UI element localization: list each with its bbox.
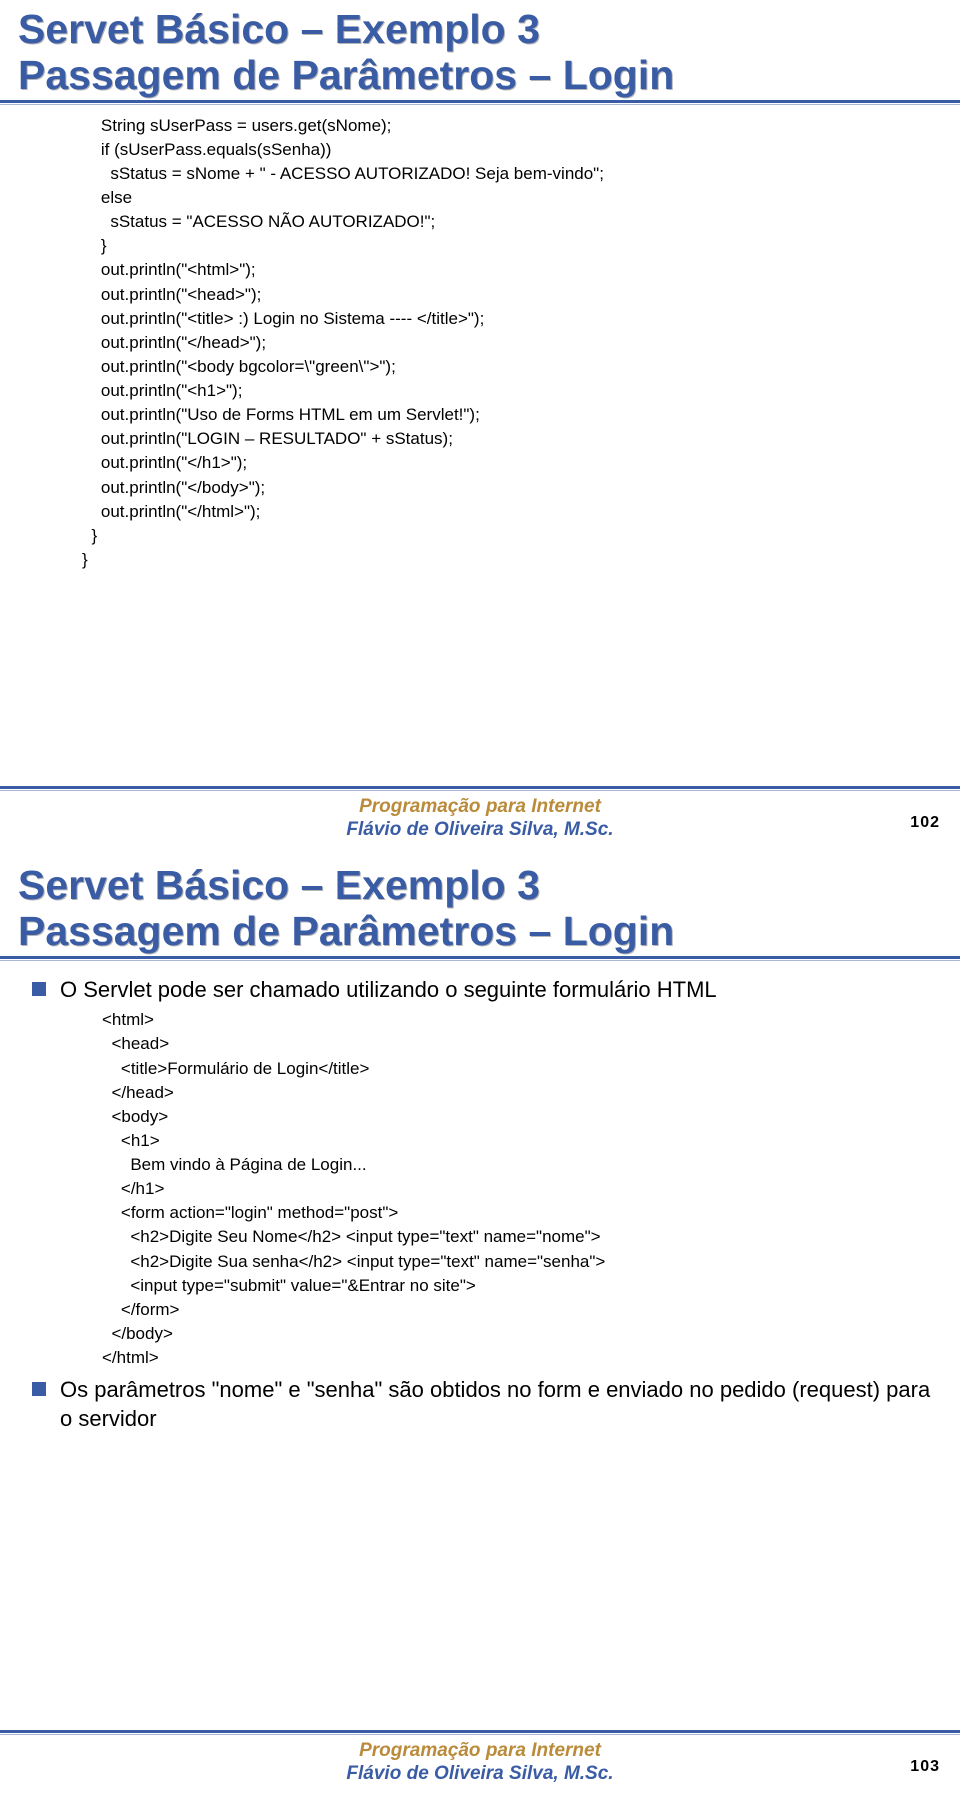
page-number: 102 — [910, 814, 940, 832]
title-line-1: Servet Básico – Exemplo 3 — [18, 6, 942, 52]
title-line-1: Servet Básico – Exemplo 3 — [18, 862, 942, 908]
slide-title: Servet Básico – Exemplo 3 Passagem de Pa… — [18, 6, 942, 108]
footer-line-2: Flávio de Oliveira Silva, M.Sc. — [0, 819, 960, 842]
footer-rule — [0, 1730, 960, 1738]
bullet-item-1: O Servlet pode ser chamado utilizando o … — [32, 976, 942, 1370]
footer-rule — [0, 786, 960, 794]
title-underline — [18, 100, 942, 108]
title-underline — [18, 956, 942, 964]
footer-text: Programação para Internet Flávio de Oliv… — [0, 796, 960, 842]
slide-2: Servet Básico – Exemplo 3 Passagem de Pa… — [0, 862, 960, 1800]
slide-footer: Programação para Internet Flávio de Oliv… — [0, 1730, 960, 1786]
title-line-2: Passagem de Parâmetros – Login — [18, 52, 942, 98]
bullet-text: O Servlet pode ser chamado utilizando o … — [60, 976, 942, 1005]
code-block: String sUserPass = users.get(sNome); if … — [18, 114, 942, 572]
title-line-2: Passagem de Parâmetros – Login — [18, 908, 942, 954]
slide-1: Servet Básico – Exemplo 3 Passagem de Pa… — [0, 6, 960, 856]
bullet-item-2: Os parâmetros "nome" e "senha" são obtid… — [32, 1376, 942, 1433]
slide-title: Servet Básico – Exemplo 3 Passagem de Pa… — [18, 862, 942, 964]
bullet-text: Os parâmetros "nome" e "senha" são obtid… — [60, 1376, 942, 1433]
slide-footer: Programação para Internet Flávio de Oliv… — [0, 786, 960, 842]
page-number: 103 — [910, 1758, 940, 1776]
footer-line-1: Programação para Internet — [0, 1740, 960, 1763]
html-code-block: <html> <head> <title>Formulário de Login… — [60, 1008, 942, 1370]
bullet-list: O Servlet pode ser chamado utilizando o … — [18, 976, 942, 1434]
footer-line-1: Programação para Internet — [0, 796, 960, 819]
footer-line-2: Flávio de Oliveira Silva, M.Sc. — [0, 1763, 960, 1786]
footer-text: Programação para Internet Flávio de Oliv… — [0, 1740, 960, 1786]
